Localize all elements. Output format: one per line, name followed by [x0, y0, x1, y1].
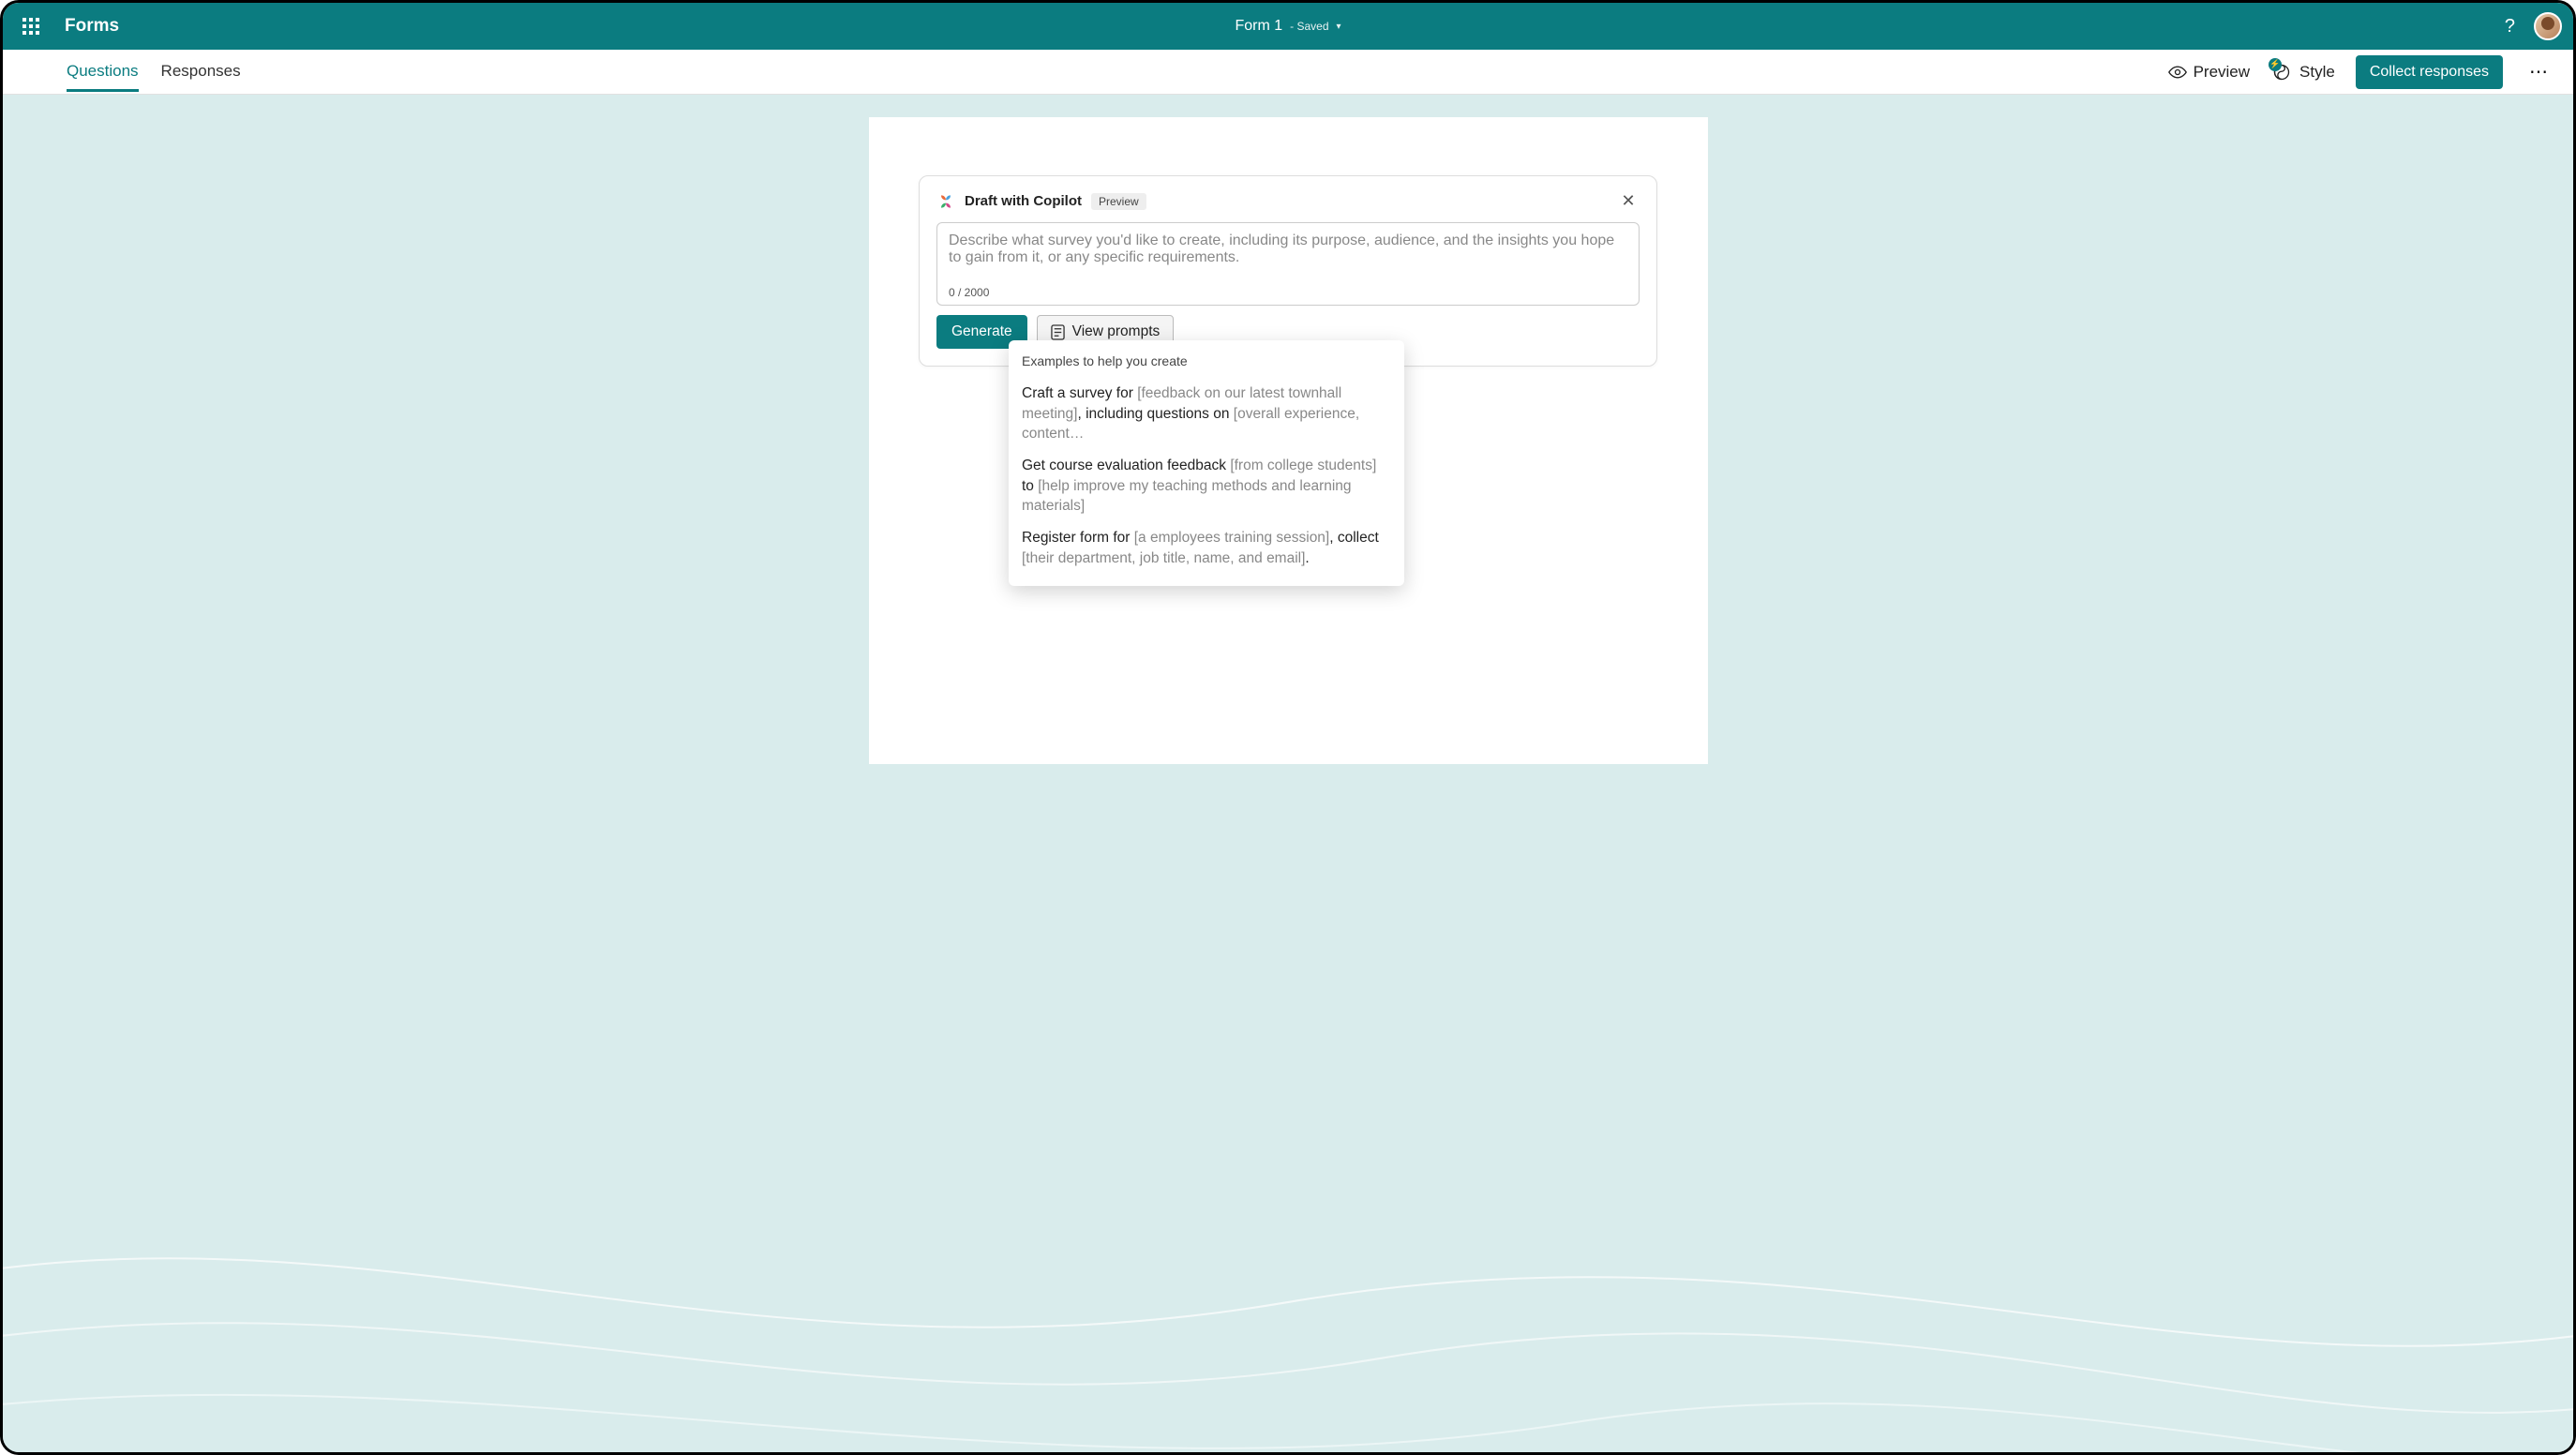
- prompt-example[interactable]: Register form for [a employees training …: [1022, 522, 1391, 574]
- close-icon[interactable]: ✕: [1617, 191, 1640, 211]
- more-icon[interactable]: ⋯: [2524, 60, 2554, 83]
- saved-status: - Saved: [1290, 20, 1328, 33]
- tab-responses[interactable]: Responses: [161, 52, 241, 92]
- top-bar: Forms Form 1 - Saved ▾ ?: [3, 3, 2573, 50]
- preview-button[interactable]: Preview: [2168, 63, 2250, 82]
- tab-questions[interactable]: Questions: [67, 52, 139, 92]
- chevron-down-icon[interactable]: ▾: [1337, 22, 1341, 32]
- style-label: Style: [2299, 63, 2335, 82]
- prompts-dropdown: Examples to help you create Craft a surv…: [1009, 340, 1404, 586]
- sheet-icon: [1051, 324, 1065, 340]
- stage: Draft with Copilot Preview ✕ 0 / 2000 Ge…: [3, 95, 2573, 1452]
- copilot-title: Draft with Copilot: [965, 193, 1082, 209]
- collect-responses-button[interactable]: Collect responses: [2356, 55, 2503, 89]
- app-launcher-icon[interactable]: [14, 9, 48, 43]
- tabs: Questions Responses: [67, 52, 241, 92]
- eye-icon: [2168, 66, 2187, 79]
- form-title: Form 1: [1235, 18, 1282, 35]
- form-canvas: Draft with Copilot Preview ✕ 0 / 2000 Ge…: [869, 117, 1708, 764]
- document-title-area[interactable]: Form 1 - Saved ▾: [1235, 18, 1340, 35]
- style-icon: ⚡: [2270, 62, 2293, 82]
- brand-label[interactable]: Forms: [65, 16, 119, 37]
- view-prompts-label: View prompts: [1072, 323, 1161, 340]
- copilot-card: Draft with Copilot Preview ✕ 0 / 2000 Ge…: [919, 175, 1657, 367]
- dropdown-title: Examples to help you create: [1022, 353, 1391, 368]
- sub-bar: Questions Responses Preview ⚡ Style Coll…: [3, 50, 2573, 95]
- background-wave: [3, 1115, 2573, 1452]
- copilot-icon: [936, 192, 955, 211]
- preview-badge: Preview: [1091, 193, 1146, 210]
- avatar[interactable]: [2534, 12, 2562, 40]
- prompt-input[interactable]: [949, 232, 1627, 278]
- char-counter: 0 / 2000: [949, 286, 1627, 299]
- prompt-example[interactable]: Craft a survey for [feedback on our late…: [1022, 378, 1391, 450]
- help-icon[interactable]: ?: [2505, 16, 2515, 38]
- style-button[interactable]: ⚡ Style: [2270, 62, 2335, 82]
- bolt-icon: ⚡: [2269, 58, 2282, 71]
- prompt-example[interactable]: Get course evaluation feedback [from col…: [1022, 450, 1391, 522]
- prompt-box: 0 / 2000: [936, 222, 1640, 306]
- preview-label: Preview: [2194, 63, 2250, 82]
